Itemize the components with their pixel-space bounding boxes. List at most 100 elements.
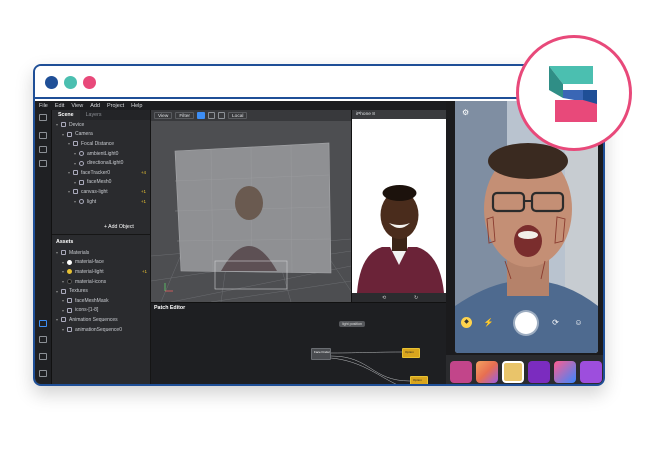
viewport-canvas xyxy=(151,142,351,302)
simulator-device-select[interactable]: iPhone 8 xyxy=(352,110,446,119)
link-badge[interactable]: +1 xyxy=(141,189,146,194)
view-dropdown[interactable]: View xyxy=(154,112,173,119)
patch-node[interactable]: Option xyxy=(402,348,420,358)
menu-file[interactable]: File xyxy=(39,103,48,109)
window-dot-pink[interactable] xyxy=(83,76,96,89)
spark-ar-promo: File Edit View Add Project Help Scene La… xyxy=(0,0,650,450)
face-tracker-icon xyxy=(73,170,78,176)
texture-icon xyxy=(67,307,72,313)
scene_panel-row[interactable]: ▾ canvas-light +1 xyxy=(52,187,150,197)
flash-icon[interactable]: ⚡ xyxy=(483,317,494,328)
face-mesh-icon xyxy=(79,179,84,185)
scene_panel-row[interactable]: ▾ Focal Distance xyxy=(52,139,150,149)
folder-icon xyxy=(61,288,66,294)
folder-icon xyxy=(61,317,66,323)
assets_panel-row[interactable]: ▾ material-icons xyxy=(52,277,151,287)
menu-help[interactable]: Help xyxy=(131,103,142,109)
assets_panel-row[interactable]: ▾ material-face xyxy=(52,258,151,268)
ambient-light-icon xyxy=(79,151,84,157)
scene_panel-row[interactable]: ▾ faceTracker0 +4 xyxy=(52,168,150,178)
viewport-toolbar: View Filter Local xyxy=(151,110,351,121)
patch-tool-icon[interactable] xyxy=(39,146,47,153)
assets_panel-row[interactable]: ▾ Animation Sequences xyxy=(52,315,151,325)
move-tool-icon[interactable] xyxy=(196,112,205,119)
scene_panel-row[interactable]: ▾ light +1 xyxy=(52,197,150,207)
rotate-device-icon[interactable]: ⟲ xyxy=(382,295,386,301)
assets_panel-row[interactable]: ▾ material-light +1 xyxy=(52,267,151,277)
restart-icon[interactable]: ↻ xyxy=(414,295,418,301)
patch-node-label[interactable]: light position xyxy=(339,321,365,327)
link-badge[interactable]: +1 xyxy=(141,199,146,204)
patch-editor[interactable]: Patch Editor light position Face Finder … xyxy=(151,302,446,386)
window-dot-blue[interactable] xyxy=(45,76,58,89)
scene_panel-row[interactable]: ▾ Camera xyxy=(52,130,150,140)
scene_panel-row[interactable]: ▾ Device xyxy=(52,120,150,130)
simulator-preview xyxy=(352,119,447,293)
scene_panel-row[interactable]: ▾ ambientLight0 xyxy=(52,149,150,159)
flip-camera-icon[interactable]: ⟳ xyxy=(550,317,561,328)
menu-project[interactable]: Project xyxy=(107,103,124,109)
link-badge[interactable]: +4 xyxy=(141,170,146,175)
effect-thumb-icon[interactable] xyxy=(554,360,576,383)
camera-settings-icon[interactable]: ⚙ xyxy=(462,108,469,117)
viewport[interactable]: View Filter Local xyxy=(151,110,351,302)
menu-add[interactable]: Add xyxy=(90,103,100,109)
assets_panel-row[interactable]: ▾ animationSequence0 xyxy=(52,325,151,335)
face-effects-icon[interactable]: ☺ xyxy=(573,317,584,328)
menu-edit[interactable]: Edit xyxy=(55,103,64,109)
link-badge[interactable]: +1 xyxy=(142,269,147,274)
test-on-device-icon[interactable] xyxy=(39,320,47,327)
left-toolbar xyxy=(35,110,52,384)
scene_panel-row-label: light xyxy=(87,198,97,205)
assets-title: Assets xyxy=(56,239,74,245)
window-dot-teal[interactable] xyxy=(64,76,77,89)
scene-panel: Scene Layers ▾ Device ▾ Camera ▾ Focal Distan… xyxy=(52,110,151,384)
scene_panel-row[interactable]: ▾ faceMesh0 xyxy=(52,178,150,188)
tab-scene[interactable]: Scene xyxy=(52,110,80,120)
upload-icon[interactable] xyxy=(39,336,47,343)
assets_panel-row-label: faceMeshMask xyxy=(75,297,109,304)
scene-tool-icon[interactable] xyxy=(39,114,47,121)
scene_panel-row[interactable]: ▾ directionalLight0 xyxy=(52,158,150,168)
local-toggle[interactable]: Local xyxy=(227,112,248,119)
effects-strip xyxy=(446,355,603,384)
assets_panel-row[interactable]: ▾ icons-[1-8] xyxy=(52,306,151,316)
device-icon xyxy=(61,122,66,128)
patch-scrollbar[interactable] xyxy=(217,384,237,386)
effect-thumb-selected-icon[interactable] xyxy=(502,360,524,383)
light-icon xyxy=(79,199,84,205)
add-object-button[interactable]: + Add Object xyxy=(104,224,134,230)
effect-thumb-icon[interactable] xyxy=(528,360,550,383)
settings-icon[interactable] xyxy=(39,370,47,377)
patch-editor-title: Patch Editor xyxy=(154,305,186,311)
rotate-tool-icon[interactable] xyxy=(207,112,215,119)
assets_panel-row[interactable]: ▾ faceMeshMask xyxy=(52,296,151,306)
menu-view[interactable]: View xyxy=(71,103,83,109)
scene_panel-row-label: Focal Distance xyxy=(81,140,115,147)
patch-node[interactable]: Face Finder xyxy=(311,348,331,360)
effect-thumbnail-icon[interactable]: ◆ xyxy=(461,317,472,328)
filter-dropdown[interactable]: Filter xyxy=(175,112,194,119)
simulator-footer: ⟲ ↻ xyxy=(352,293,446,302)
assets_panel-row[interactable]: ▾ Materials xyxy=(52,248,151,258)
viewport-face-preview xyxy=(235,186,263,220)
material-black-icon xyxy=(67,279,72,285)
effect-thumb-icon[interactable] xyxy=(450,360,472,383)
refresh-tool-icon[interactable] xyxy=(39,160,47,167)
assets_panel-row[interactable]: ▾ Textures xyxy=(52,286,151,296)
simulator-panel: iPhone 8 ⟲ ↻ xyxy=(351,110,447,302)
scene-tree: ▾ Device ▾ Camera ▾ Focal Distance ▾ ambientLig… xyxy=(52,120,150,206)
tab-layers[interactable]: Layers xyxy=(80,110,108,120)
assets_panel-row-label: Textures xyxy=(69,288,88,295)
scale-tool-icon[interactable] xyxy=(217,112,225,119)
patch-node[interactable]: Option xyxy=(410,376,428,384)
scene-tabs: Scene Layers xyxy=(52,110,150,120)
effect-thumb-icon[interactable] xyxy=(580,360,602,383)
scene_panel-row-label: Device xyxy=(69,121,85,128)
material-yellow-icon xyxy=(67,269,72,275)
library-icon[interactable] xyxy=(39,353,47,360)
capture-button[interactable] xyxy=(515,312,537,334)
folder-icon xyxy=(61,250,66,256)
effect-thumb-icon[interactable] xyxy=(476,360,498,383)
simulator-tool-icon[interactable] xyxy=(39,132,47,139)
